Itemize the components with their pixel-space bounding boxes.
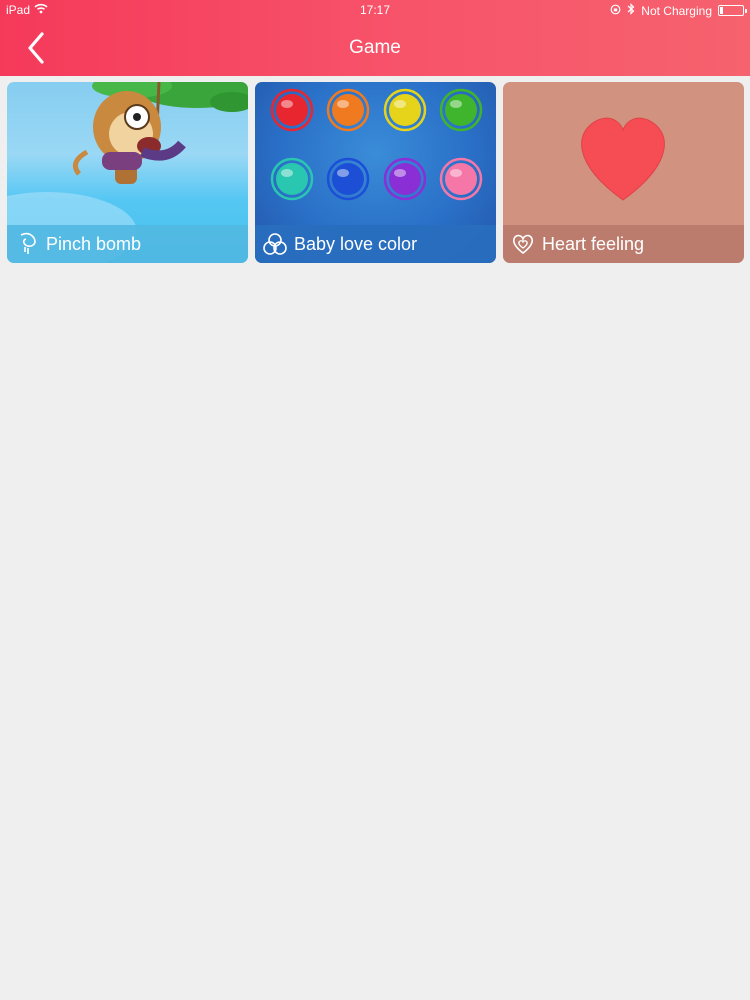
color-gem bbox=[326, 157, 370, 201]
game-grid: Pinch bomb Baby love color Heart feeling bbox=[7, 82, 744, 264]
card-footer: Heart feeling bbox=[503, 225, 744, 263]
status-right: Not Charging bbox=[610, 3, 747, 18]
page-title: Game bbox=[349, 37, 401, 58]
battery-icon bbox=[718, 5, 747, 16]
card-footer: Baby love color bbox=[255, 225, 496, 263]
bluetooth-icon bbox=[627, 3, 635, 18]
battery-status: Not Charging bbox=[641, 3, 712, 18]
color-gem bbox=[270, 88, 314, 132]
color-gem bbox=[383, 157, 427, 201]
card-title: Pinch bomb bbox=[46, 233, 142, 254]
game-card-baby-love-color[interactable]: Baby love color bbox=[255, 82, 496, 263]
card-title: Baby love color bbox=[294, 233, 418, 254]
card-title: Heart feeling bbox=[542, 233, 645, 254]
heart-outline-icon bbox=[510, 231, 536, 257]
color-gem bbox=[439, 157, 483, 201]
color-gem bbox=[439, 88, 483, 132]
color-gem bbox=[270, 157, 314, 201]
color-gem bbox=[326, 88, 370, 132]
game-card-pinch-bomb[interactable]: Pinch bomb bbox=[7, 82, 248, 263]
nav-bar: iPad 17:17 Not Charging Game bbox=[0, 0, 750, 76]
bomb-icon bbox=[14, 231, 40, 257]
circles-icon bbox=[262, 231, 288, 257]
rotation-lock-icon bbox=[610, 4, 621, 18]
status-bar: iPad 17:17 Not Charging bbox=[0, 0, 750, 22]
card-footer: Pinch bomb bbox=[7, 225, 248, 263]
color-gem bbox=[383, 88, 427, 132]
game-card-heart-feeling[interactable]: Heart feeling bbox=[503, 82, 744, 263]
